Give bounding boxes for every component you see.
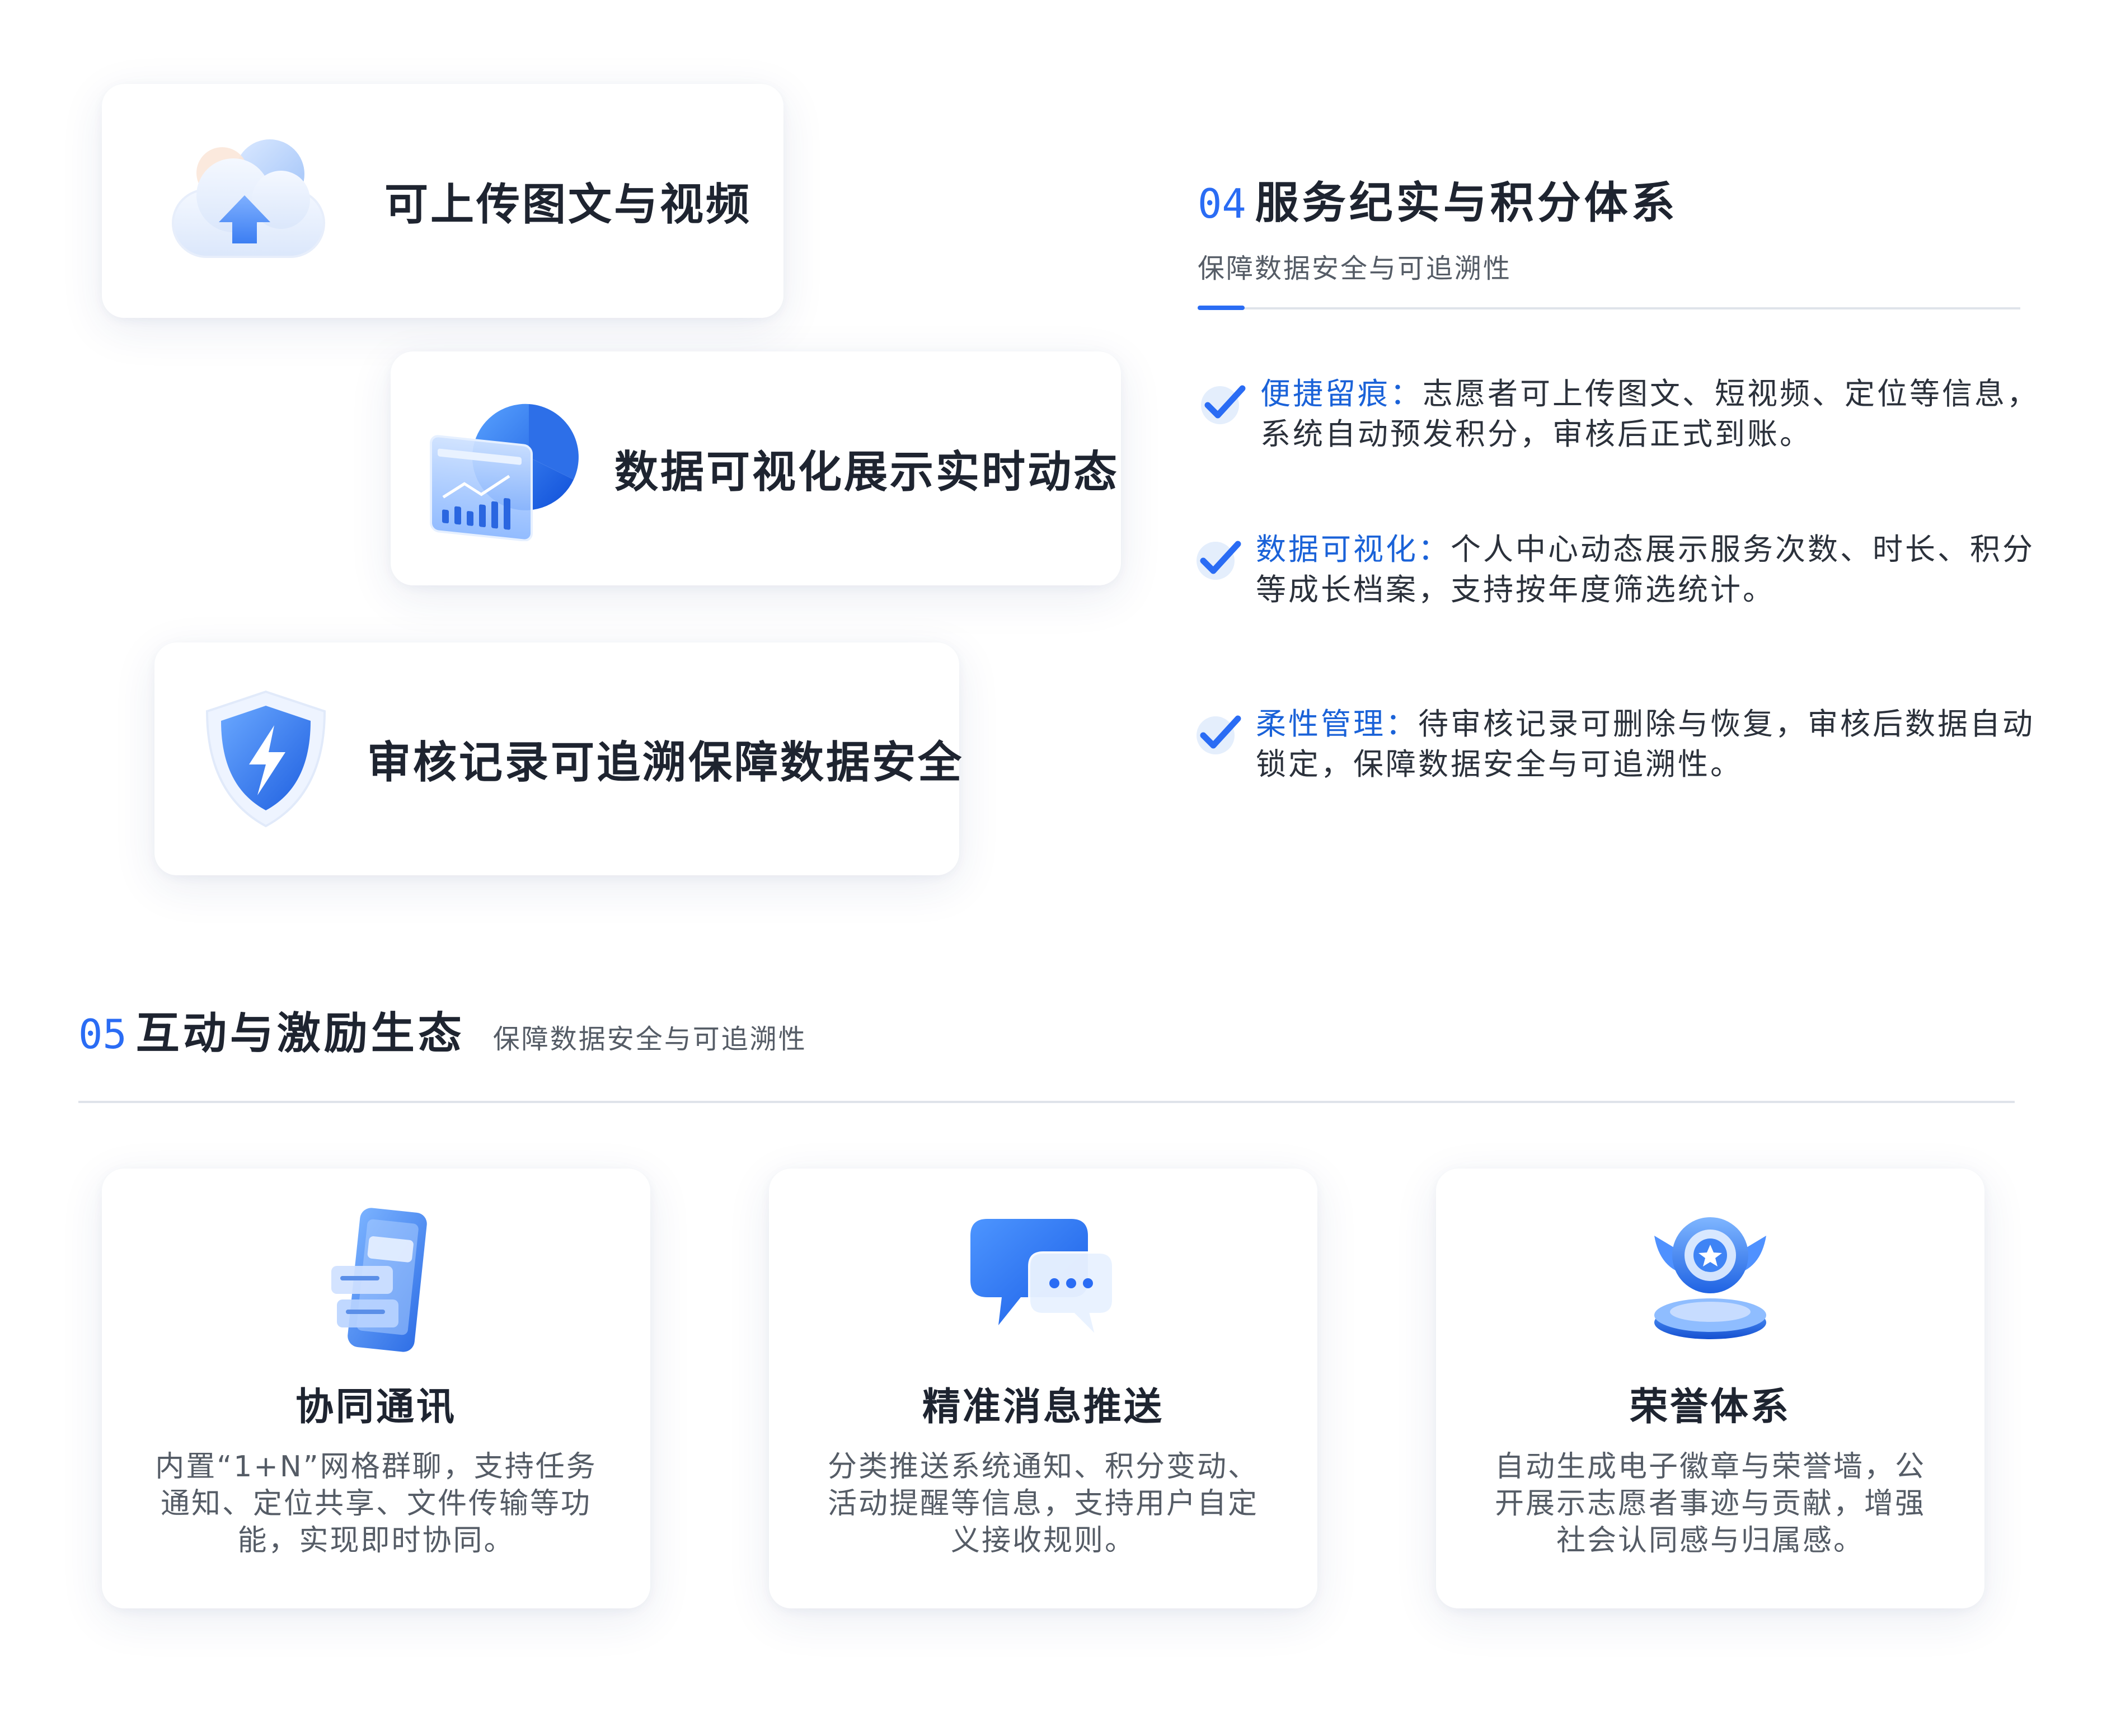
bottom-card-honor: 荣誉体系 自动生成电子徽章与荣誉墙，公开展示志愿者事迹与贡献，增强社会认同感与归… bbox=[1436, 1169, 1984, 1608]
section-05-subtitle: 保障数据安全与可追溯性 bbox=[492, 1024, 807, 1055]
section-04-heading: 04 服务纪实与积分体系 bbox=[1198, 168, 1678, 231]
check-icon bbox=[1197, 715, 1241, 754]
communication-desc: 内置“1+N”网格群聊，支持任务通知、定位共享、文件传输等功能，实现即时协同。 bbox=[155, 1450, 597, 1557]
feature-item-text: 数据可视化：个人中心动态展示服务次数、时长、积分等成长档案，支持按年度筛选统计。 bbox=[1256, 529, 2039, 610]
push-desc: 分类推送系统通知、积分变动、活动提醒等信息，支持用户自定义接收规则。 bbox=[827, 1450, 1259, 1557]
feature-item-flexible: 柔性管理：待审核记录可删除与恢复，审核后数据自动锁定，保障数据安全与可追溯性。 bbox=[1193, 704, 2039, 785]
section-04-subtitle: 保障数据安全与可追溯性 bbox=[1198, 253, 1512, 284]
shield-bolt-icon bbox=[205, 690, 326, 828]
message-bubble-icon bbox=[970, 1219, 1114, 1340]
phone-chat-icon bbox=[331, 1208, 427, 1352]
cloud-upload-icon bbox=[172, 139, 325, 258]
push-title: 精准消息推送 bbox=[922, 1385, 1164, 1429]
section-05-title: 互动与激励生态 bbox=[135, 1008, 465, 1059]
check-icon bbox=[1197, 541, 1241, 580]
section-04-number: 04 bbox=[1198, 180, 1246, 227]
feature-item-text: 便捷留痕：志愿者可上传图文、短视频、定位等信息，系统自动预发积分，审核后正式到账… bbox=[1260, 374, 2044, 454]
honor-title: 荣誉体系 bbox=[1629, 1385, 1791, 1429]
security-card-title: 审核记录可追溯保障数据安全 bbox=[367, 738, 964, 788]
bottom-card-communication: 协同通讯 内置“1+N”网格群聊，支持任务通知、定位共享、文件传输等功能，实现即… bbox=[102, 1169, 650, 1608]
upload-card-title: 可上传图文与视频 bbox=[384, 180, 752, 230]
section-05-number: 05 bbox=[78, 1011, 127, 1058]
section-05-heading: 05 互动与激励生态 保障数据安全与可追溯性 bbox=[78, 998, 807, 1061]
section-04-accent bbox=[1198, 306, 1245, 310]
check-icon bbox=[1201, 385, 1246, 424]
honor-desc: 自动生成电子徽章与荣誉墙，公开展示志愿者事迹与贡献，增强社会认同感与归属感。 bbox=[1494, 1450, 1926, 1557]
section-04-title: 服务纪实与积分体系 bbox=[1255, 178, 1678, 228]
feature-item-label: 柔性管理： bbox=[1256, 706, 1418, 742]
feature-item-label: 便捷留痕： bbox=[1260, 376, 1423, 411]
bottom-card-push: 精准消息推送 分类推送系统通知、积分变动、活动提醒等信息，支持用户自定义接收规则… bbox=[769, 1169, 1317, 1608]
feature-item-text: 柔性管理：待审核记录可删除与恢复，审核后数据自动锁定，保障数据安全与可追溯性。 bbox=[1256, 704, 2039, 785]
communication-title: 协同通讯 bbox=[295, 1385, 457, 1429]
chart-pie-icon bbox=[430, 403, 579, 541]
section-04-divider bbox=[1198, 307, 2020, 309]
feature-card-security: 审核记录可追溯保障数据安全 bbox=[154, 642, 961, 875]
feature-item-label: 数据可视化： bbox=[1256, 532, 1451, 567]
feature-card-upload: 可上传图文与视频 bbox=[102, 84, 783, 318]
feature-item-visual: 数据可视化：个人中心动态展示服务次数、时长、积分等成长档案，支持按年度筛选统计。 bbox=[1193, 529, 2039, 610]
visualization-card-title: 数据可视化展示实时动态 bbox=[614, 447, 1120, 498]
feature-item-trace: 便捷留痕：志愿者可上传图文、短视频、定位等信息，系统自动预发积分，审核后正式到账… bbox=[1198, 374, 2044, 454]
section-05-divider bbox=[78, 1101, 2015, 1103]
badge-medal-icon bbox=[1654, 1217, 1766, 1339]
feature-card-visualization: 数据可视化展示实时动态 bbox=[391, 351, 1121, 585]
